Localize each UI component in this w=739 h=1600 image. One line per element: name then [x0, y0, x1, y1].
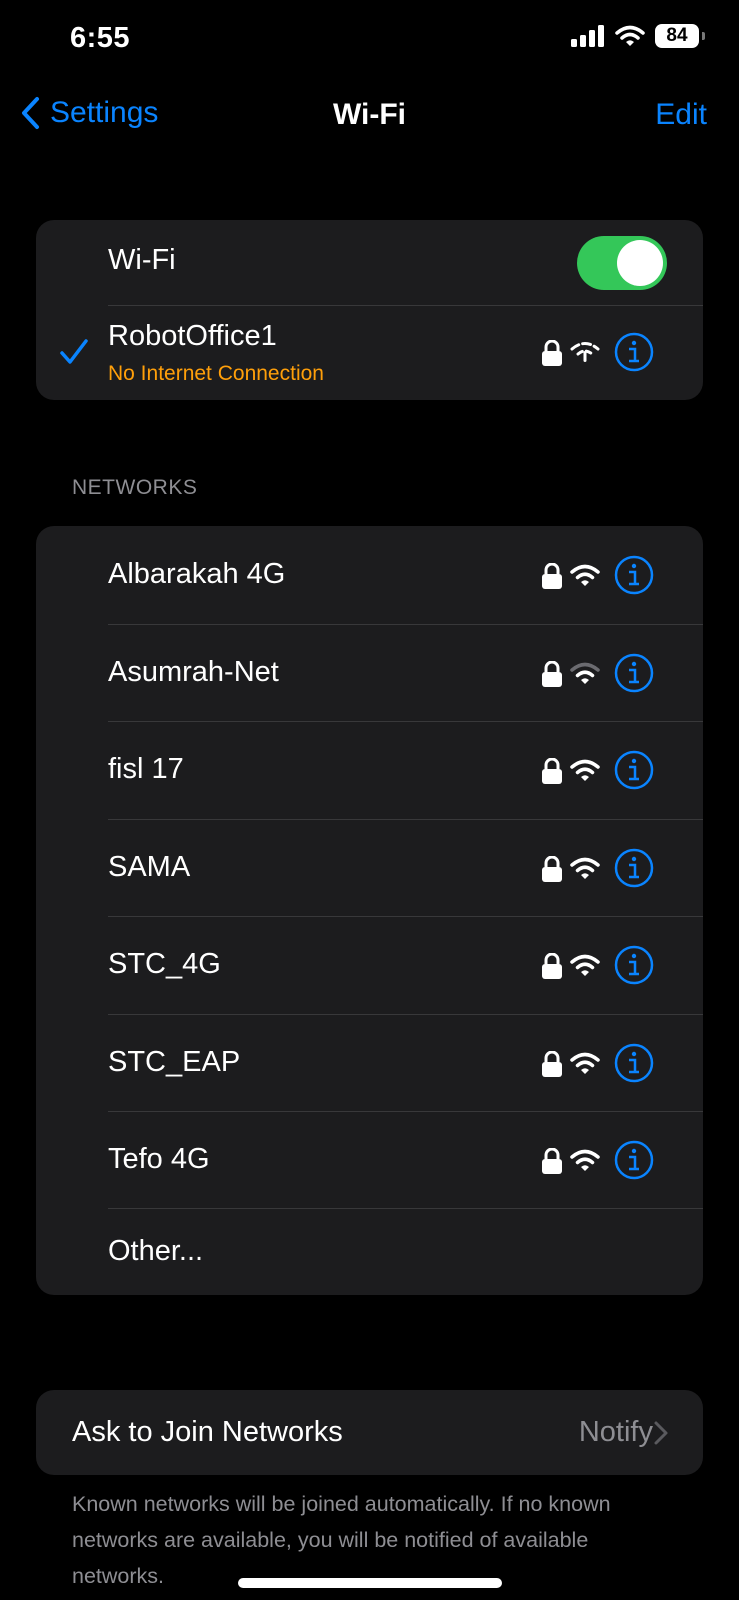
status-icons: 84	[571, 24, 705, 48]
other-network-row[interactable]: Other...	[36, 1209, 703, 1295]
wifi-signal-icon	[570, 1149, 600, 1171]
cellular-signal-icon	[571, 25, 604, 47]
info-icon[interactable]	[614, 653, 654, 693]
chevron-left-icon	[22, 97, 39, 129]
edit-button[interactable]: Edit	[655, 98, 707, 132]
lock-icon	[542, 1050, 562, 1077]
connected-network-row[interactable]: RobotOffice1 No Internet Connection	[36, 306, 703, 400]
lock-icon	[542, 758, 562, 784]
network-row[interactable]: STC_EAP	[36, 1015, 703, 1112]
wifi-card: Wi-Fi RobotOffice1 No Internet Connectio…	[36, 220, 703, 400]
ask-join-value: Notify	[578, 1416, 653, 1448]
wifi-status-icon	[615, 25, 645, 46]
info-icon[interactable]	[614, 848, 654, 888]
status-time: 6:55	[70, 22, 131, 54]
ask-join-card: Ask to Join Networks Notify	[36, 1390, 703, 1475]
ask-join-label: Ask to Join Networks	[72, 1416, 343, 1448]
lock-icon	[542, 340, 562, 366]
home-indicator[interactable]	[238, 1578, 502, 1588]
network-row[interactable]: STC_4G	[36, 917, 703, 1014]
wifi-signal-icon	[570, 954, 600, 976]
network-row[interactable]: Tefo 4G	[36, 1112, 703, 1209]
info-icon[interactable]	[614, 750, 654, 790]
other-network-label: Other...	[108, 1235, 204, 1267]
wifi-signal-icon	[570, 564, 600, 586]
wifi-toggle[interactable]	[577, 236, 667, 290]
battery-indicator: 84	[655, 24, 705, 48]
info-icon[interactable]	[614, 332, 654, 372]
battery-level: 84	[666, 25, 688, 46]
network-name: SAMA	[108, 850, 191, 883]
network-row[interactable]: Albarakah 4G	[36, 527, 703, 624]
network-row[interactable]: SAMA	[36, 820, 703, 917]
toggle-knob	[617, 240, 663, 286]
lock-icon	[542, 953, 562, 979]
network-name: STC_4G	[108, 948, 221, 980]
lock-icon	[542, 660, 562, 687]
networks-header: NETWORKS	[72, 476, 198, 499]
info-icon[interactable]	[614, 555, 654, 595]
network-name: STC_EAP	[108, 1045, 241, 1078]
network-name: fisl 17	[108, 753, 184, 785]
network-name: Albarakah 4G	[108, 558, 286, 590]
network-row[interactable]: fisl 17	[36, 722, 703, 819]
wifi-toggle-label: Wi-Fi	[108, 244, 176, 276]
back-button[interactable]: Settings	[20, 96, 158, 130]
info-icon[interactable]	[614, 1043, 654, 1083]
connection-status: No Internet Connection	[108, 362, 324, 385]
lock-icon	[542, 563, 562, 589]
wifi-toggle-row: Wi-Fi	[36, 220, 703, 305]
network-name: Tefo 4G	[108, 1143, 210, 1175]
info-icon[interactable]	[614, 945, 654, 985]
chevron-right-icon	[654, 1421, 668, 1445]
back-label: Settings	[50, 96, 159, 129]
network-row[interactable]: Asumrah-Net	[36, 625, 703, 722]
lock-icon	[542, 1148, 562, 1174]
network-name: Asumrah-Net	[108, 655, 279, 688]
info-icon[interactable]	[614, 1140, 654, 1180]
wifi-signal-icon	[570, 1052, 600, 1074]
wifi-no-internet-icon	[570, 342, 600, 362]
lock-icon	[542, 855, 562, 882]
wifi-signal-icon	[570, 759, 600, 781]
wifi-signal-icon	[570, 857, 600, 879]
checkmark-icon	[60, 339, 88, 364]
wifi-signal-icon	[570, 662, 600, 684]
connected-network-name: RobotOffice1	[108, 320, 277, 352]
ask-join-row[interactable]: Ask to Join Networks Notify	[36, 1390, 703, 1475]
networks-card: Albarakah 4G Asumrah-Net fisl 17 SAMA STC_4G…	[36, 526, 703, 1295]
